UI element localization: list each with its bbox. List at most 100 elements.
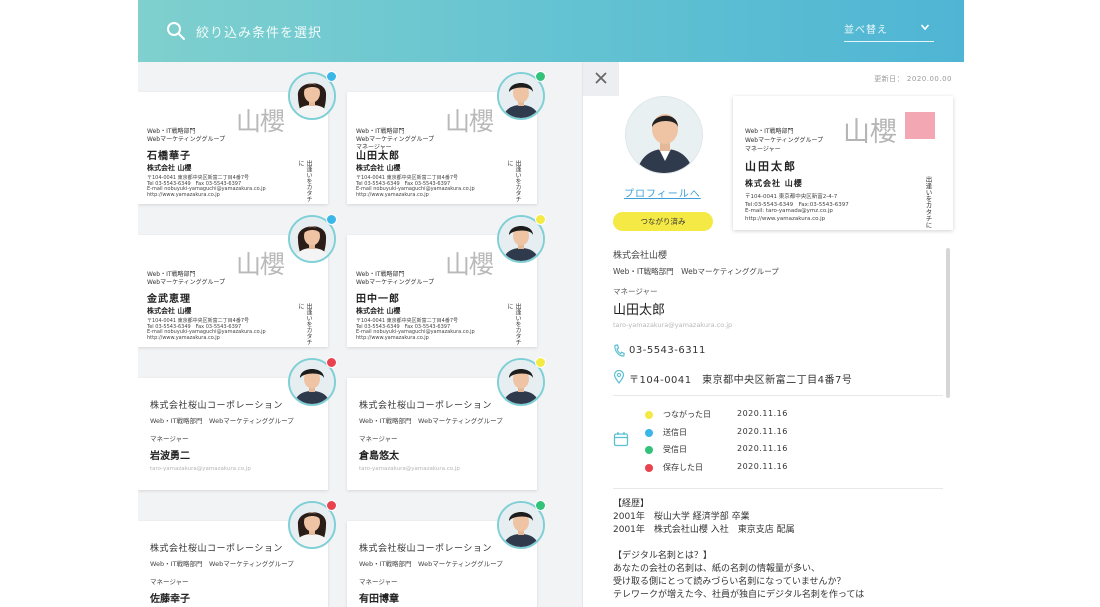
contact-card[interactable]: Web・IT戦略部門 Webマーケティンググループ 山櫻 金武恵理 株式会社 山櫻 〒10… [138,214,337,347]
timeline-label: 保存した日 [663,462,703,472]
status-dot [326,71,337,82]
timeline-item: 受信日 2020.11.16 [645,443,845,457]
status-dot [535,214,546,225]
card-address: 〒104-0041 東京都中央区新富2-4-7 [745,194,838,200]
card-company: 株式会社 山櫻 [745,179,803,188]
sort-label: 並べ替え [844,25,888,36]
card-web: http://www.yamazakura.co.jp [356,335,429,341]
bio-line: あなたの会社の名刺は、紙の名刺の情報量が多い、 [613,564,821,574]
timeline-label: つながった日 [663,410,711,419]
card-email: taro-yamazakura@yamazakura.co.jp [359,466,460,472]
timeline-dot [645,463,653,472]
timeline-dot [645,411,653,419]
card-email: taro-yamazakura@yamazakura.co.jp [150,466,251,472]
detail-scrollbar[interactable] [946,248,950,398]
timeline-item: 送信日 2020.11.16 [645,426,845,440]
card-web: http://www.yamazakura.co.jp [356,192,429,198]
contact-card[interactable]: Web・IT戦略部門 Webマーケティンググループ マネージャー 山櫻 山田太郎 株式会社… [347,71,546,204]
contact-name: 山田太郎 [613,303,666,318]
bio-line: 【デジタル名刺とは？】 [613,551,712,561]
card-company: 株式会社 山櫻 [147,307,192,315]
timeline-item: 保存した日 2020.11.16 [645,461,845,475]
card-group: Webマーケティンググループ [147,279,226,286]
timeline-item: つながった日 2020.11.16 [645,408,845,422]
calendar-icon [613,432,629,447]
phone-icon [614,344,625,357]
timeline-date: 2020.11.16 [737,444,788,453]
card-dept: Web・IT戦略部門 Webマーケティンググループ [150,417,294,425]
card-dept: Web・IT戦略部門 Webマーケティンググループ [150,560,294,568]
contact-card[interactable]: 株式会社桜山コーポレーション Web・IT戦略部門 Webマーケティンググループマ… [138,357,337,490]
status-dot [326,500,337,511]
card-tel: Tel:03-5543-6349 Fax:03-5543-6397 [745,202,849,208]
card-company: 株式会社桜山コーポレーション [359,401,492,411]
contact-email[interactable]: taro-yamazakura@yamazakura.co.jp [613,321,732,329]
contact-card[interactable]: 株式会社桜山コーポレーション Web・IT戦略部門 Webマーケティンググループマ… [347,500,546,607]
contact-card[interactable]: Web・IT戦略部門 Webマーケティンググループ 山櫻 石橋華子 株式会社 山櫻 〒10… [138,71,337,204]
logo-mark [905,112,935,139]
contact-card[interactable]: 株式会社桜山コーポレーション Web・IT戦略部門 Webマーケティンググループマ… [138,500,337,607]
company-name: 株式会社山櫻 [613,251,668,261]
timeline-dot [645,446,653,454]
card-name: 岩波勇二 [150,451,190,462]
card-dept: Web・IT戦略部門 [745,128,794,135]
card-name: 佐藤幸子 [150,594,190,605]
timeline-date: 2020.11.16 [737,409,788,418]
bio-line: 2001年 株式会社山櫻 入社 東京支店 配属 [613,525,795,535]
card-name: 田中一郎 [356,294,400,305]
search-icon[interactable] [166,21,186,41]
card-list[interactable]: Web・IT戦略部門 Webマーケティンググループ 山櫻 石橋華子 株式会社 山櫻 〒10… [138,62,582,607]
close-button[interactable] [583,62,619,96]
status-dot [535,357,546,368]
card-company: 株式会社桜山コーポレーション [150,401,283,411]
divider [613,395,943,396]
person-photo-icon [626,97,702,173]
card-name: 山田太郎 [745,160,797,173]
card-tagline: 出逢いをカタチに [506,160,521,202]
timeline-dot [645,428,653,437]
company-logo: 山櫻 [843,117,897,148]
contact-card[interactable]: 株式会社桜山コーポレーション Web・IT戦略部門 Webマーケティンググループマ… [347,357,546,490]
company-logo: 山櫻 [445,250,494,279]
card-group: Webマーケティンググループ [745,137,824,144]
status-dot [326,357,337,368]
chevron-down-icon [920,24,930,31]
card-tagline: 出逢いをカタチに [297,303,312,345]
card-title: マネージャー [150,578,189,586]
card-name: 石橋華子 [147,151,191,162]
card-name: 金武恵理 [147,294,191,305]
status-dot [535,500,546,511]
card-name: 有田博章 [359,594,399,605]
business-card-image[interactable]: Web・IT戦略部門 Webマーケティンググループ マネージャー 山櫻 山田太郎… [733,96,953,230]
card-title: マネージャー [359,578,398,586]
company-logo: 山櫻 [236,250,285,279]
card-tagline: 出逢いをカタチに [506,303,521,345]
avatar [625,96,703,174]
card-group: Webマーケティンググループ [147,136,226,143]
bio-line: 受け取る側にとって読みづらい名刺になっていませんか？ [613,577,846,587]
card-company: 株式会社 山櫻 [356,164,401,172]
card-web: http://www.yamazakura.co.jp [147,192,220,198]
connected-status-button[interactable]: つながり済み [613,212,713,231]
bio-line: 2001年 桜山大学 経済学部 卒業 [613,512,750,522]
card-name: 倉島悠太 [359,451,399,462]
status-dot [535,71,546,82]
card-tagline: 出逢いをカタチに [924,176,932,228]
sort-dropdown[interactable]: 並べ替え [844,16,934,42]
card-name: 山田太郎 [356,151,400,162]
contact-card[interactable]: Web・IT戦略部門 Webマーケティンググループ 山櫻 田中一郎 株式会社 山櫻 〒10… [347,214,546,347]
card-company: 株式会社桜山コーポレーション [150,544,283,554]
profile-link[interactable]: プロフィールへ [624,185,701,200]
timeline-label: 送信日 [663,427,687,437]
timeline-date: 2020.11.16 [737,426,788,436]
card-title: マネージャー [150,435,189,443]
close-icon [595,72,607,84]
divider [613,488,943,489]
job-title: マネージャー [613,287,658,296]
address-text: 〒104-0041 東京都中央区新富二丁目4番7号 [629,375,853,386]
company-logo: 山櫻 [445,107,494,136]
filter-search-input[interactable]: 絞り込み条件を選択 [196,22,322,41]
location-pin-icon [613,370,625,384]
card-dept: Web・IT戦略部門 Webマーケティンググループ [359,560,503,568]
updated-date: 更新日： 2020.00.00 [874,75,952,83]
